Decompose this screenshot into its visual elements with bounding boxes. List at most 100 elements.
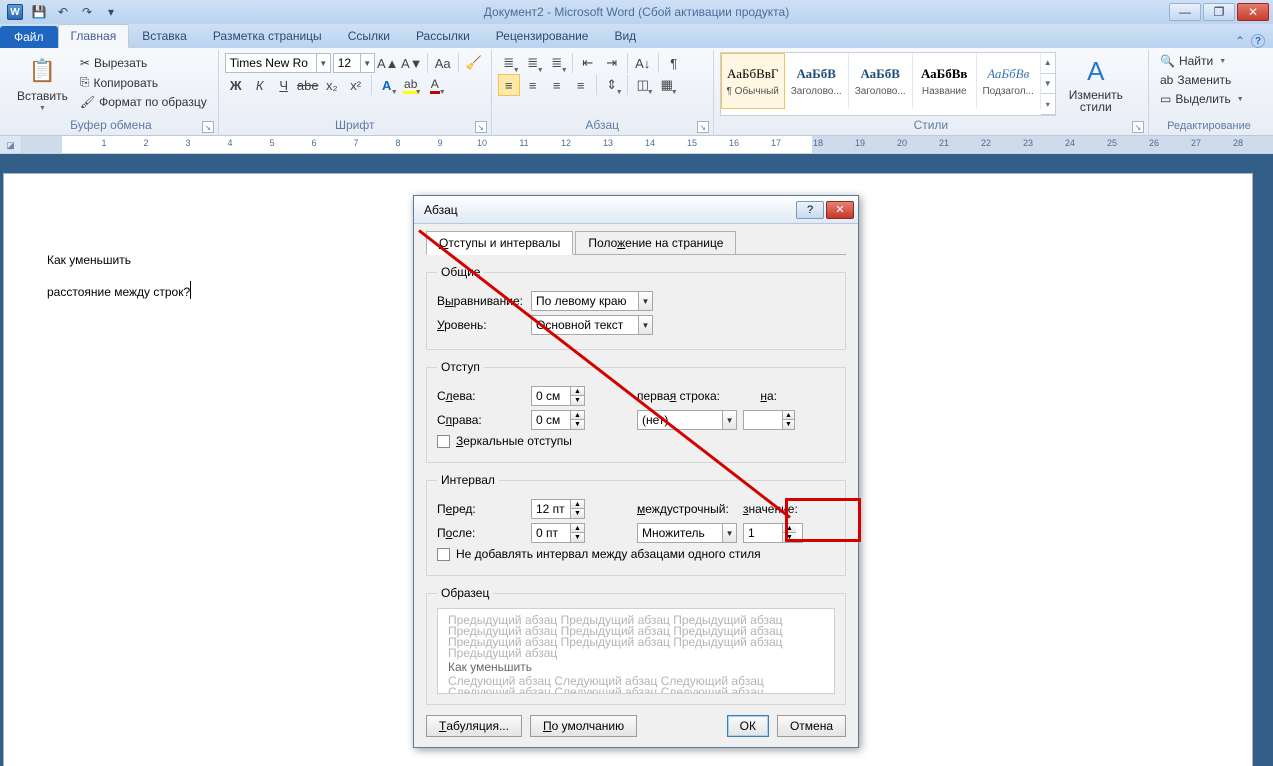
dialog-close-button[interactable]: ✕ xyxy=(826,201,854,219)
style-subtitle[interactable]: АаБбВвПодзагол... xyxy=(977,53,1041,109)
document-text[interactable]: Как уменьшить расстояние между строк? xyxy=(47,244,191,308)
align-center-button[interactable]: ≡ xyxy=(522,74,544,96)
tab-view[interactable]: Вид xyxy=(601,24,649,48)
align-left-button[interactable]: ≡ xyxy=(498,74,520,96)
format-painter-button[interactable]: 🖌Формат по образцу xyxy=(75,93,212,111)
window-close[interactable]: ✕ xyxy=(1237,3,1269,21)
cancel-button[interactable]: Отмена xyxy=(777,715,846,737)
styles-dialog-launcher[interactable]: ↘ xyxy=(1132,121,1144,133)
clear-formatting-button[interactable]: 🧹 xyxy=(463,52,485,74)
qat-undo[interactable]: ↶ xyxy=(52,2,74,22)
qat-save[interactable]: 💾 xyxy=(28,2,50,22)
change-case-button[interactable]: Aa xyxy=(432,52,454,74)
mirror-indents-checkbox[interactable]: Зеркальные отступы xyxy=(437,434,835,448)
window-restore[interactable]: ❐ xyxy=(1203,3,1235,21)
tab-references[interactable]: Ссылки xyxy=(335,24,403,48)
outline-level-combo[interactable]: ▼ xyxy=(531,315,653,335)
styles-scroll[interactable]: ▲▼▾ xyxy=(1041,53,1055,115)
shrink-font-button[interactable]: A▼ xyxy=(401,52,423,74)
ruler-corner[interactable]: ◪ xyxy=(0,136,22,154)
dialog-titlebar[interactable]: Абзац ? ✕ xyxy=(414,196,858,224)
text-effects-button[interactable]: A▼ xyxy=(376,74,398,96)
find-button[interactable]: 🔍Найти▼ xyxy=(1155,52,1263,70)
ok-button[interactable]: ОК xyxy=(727,715,769,737)
replace-button[interactable]: abЗаменить xyxy=(1155,71,1263,89)
multilevel-list-button[interactable]: ≣▼ xyxy=(546,52,568,74)
help-icon[interactable]: ? xyxy=(1251,34,1265,48)
highlight-color-button[interactable]: ab▼ xyxy=(400,74,422,96)
dialog-tabs: Отступы и интервалы Положение на страниц… xyxy=(426,230,846,255)
paragraph-dialog-launcher[interactable]: ↘ xyxy=(697,121,709,133)
qat-redo[interactable]: ↷ xyxy=(76,2,98,22)
subscript-button[interactable]: x₂ xyxy=(321,74,343,96)
strikethrough-button[interactable]: abe xyxy=(297,74,319,96)
linespacing-combo[interactable]: ▼ xyxy=(637,523,737,543)
font-dialog-launcher[interactable]: ↘ xyxy=(475,121,487,133)
italic-button[interactable]: К xyxy=(249,74,271,96)
horizontal-ruler[interactable]: ◪ 12345678910111213141516171819202122232… xyxy=(0,136,1273,154)
style-heading2[interactable]: АаБбВЗаголово... xyxy=(849,53,913,109)
justify-button[interactable]: ≡ xyxy=(570,74,592,96)
ribbon: 📋 Вставить ▼ ✂Вырезать ⎘Копировать 🖌Форм… xyxy=(0,48,1273,136)
borders-button[interactable]: ▦▼ xyxy=(656,74,678,96)
shading-button[interactable]: ◫▼ xyxy=(632,74,654,96)
style-heading1[interactable]: АаБбВЗаголово... xyxy=(785,53,849,109)
cut-button[interactable]: ✂Вырезать xyxy=(75,54,212,72)
set-default-button[interactable]: По умолчанию xyxy=(530,715,637,737)
tab-page-layout[interactable]: Разметка страницы xyxy=(200,24,335,48)
font-size-input[interactable] xyxy=(334,54,360,72)
spacing-before-label: Перед: xyxy=(437,502,525,516)
clipboard-dialog-launcher[interactable]: ↘ xyxy=(202,121,214,133)
tab-indents-spacing[interactable]: Отступы и интервалы xyxy=(426,231,573,255)
tab-mailings[interactable]: Рассылки xyxy=(403,24,483,48)
paragraph-dialog: Абзац ? ✕ Отступы и интервалы Положение … xyxy=(413,195,859,748)
bold-button[interactable]: Ж xyxy=(225,74,247,96)
ribbon-minimize-icon[interactable]: ⌃ xyxy=(1235,34,1245,48)
indent-right-spinner[interactable]: ▲▼ xyxy=(531,410,585,430)
paste-button[interactable]: 📋 Вставить ▼ xyxy=(10,52,75,115)
alignment-combo[interactable]: ▼ xyxy=(531,291,653,311)
change-styles-button[interactable]: A Изменить стили xyxy=(1062,52,1130,116)
font-size-combo[interactable]: ▼ xyxy=(333,53,375,73)
chevron-down-icon[interactable]: ▼ xyxy=(360,54,374,72)
decrease-indent-button[interactable]: ⇤ xyxy=(577,52,599,74)
underline-button[interactable]: Ч xyxy=(273,74,295,96)
no-space-same-style-checkbox[interactable]: Не добавлять интервал между абзацами одн… xyxy=(437,547,835,561)
tab-insert[interactable]: Вставка xyxy=(129,24,200,48)
linespacing-at-spinner[interactable]: ▲▼ xyxy=(743,523,803,543)
font-name-input[interactable] xyxy=(226,54,316,72)
copy-button[interactable]: ⎘Копировать xyxy=(75,73,212,92)
spacing-after-spinner[interactable]: ▲▼ xyxy=(531,523,585,543)
indent-left-spinner[interactable]: ▲▼ xyxy=(531,386,585,406)
align-right-button[interactable]: ≡ xyxy=(546,74,568,96)
bullets-button[interactable]: ≣▼ xyxy=(498,52,520,74)
font-name-combo[interactable]: ▼ xyxy=(225,53,331,73)
spacing-before-spinner[interactable]: ▲▼ xyxy=(531,499,585,519)
firstline-by-spinner[interactable]: ▲▼ xyxy=(743,410,795,430)
grow-font-button[interactable]: A▲ xyxy=(377,52,399,74)
linespacing-label: междустрочный: xyxy=(637,502,737,516)
line-spacing-button[interactable]: ⇕▼ xyxy=(601,74,623,96)
style-normal[interactable]: АаБбВвГ¶ Обычный xyxy=(721,53,785,109)
show-marks-button[interactable]: ¶ xyxy=(663,52,685,74)
chevron-down-icon[interactable]: ▼ xyxy=(316,54,330,72)
font-color-button[interactable]: A▼ xyxy=(424,74,446,96)
tab-line-page-breaks[interactable]: Положение на странице xyxy=(575,231,736,255)
increase-indent-button[interactable]: ⇥ xyxy=(601,52,623,74)
select-button[interactable]: ▭Выделить▼ xyxy=(1155,90,1263,108)
styles-gallery[interactable]: АаБбВвГ¶ Обычный АаБбВЗаголово... АаБбВЗ… xyxy=(720,52,1056,116)
tab-review[interactable]: Рецензирование xyxy=(483,24,602,48)
dialog-help-button[interactable]: ? xyxy=(796,201,824,219)
sort-button[interactable]: A↓ xyxy=(632,52,654,74)
tab-home[interactable]: Главная xyxy=(58,24,130,48)
at-label: значение: xyxy=(743,502,803,516)
fieldset-spacing: Интервал Перед: ▲▼ междустрочный: значен… xyxy=(426,473,846,576)
superscript-button[interactable]: x² xyxy=(345,74,367,96)
style-title[interactable]: АаБбВвНазвание xyxy=(913,53,977,109)
firstline-combo[interactable]: ▼ xyxy=(637,410,737,430)
qat-customize[interactable]: ▾ xyxy=(100,2,122,22)
tabs-button[interactable]: Табуляция... xyxy=(426,715,522,737)
numbering-button[interactable]: ≣▼ xyxy=(522,52,544,74)
tab-file[interactable]: Файл xyxy=(0,26,58,48)
window-minimize[interactable]: — xyxy=(1169,3,1201,21)
